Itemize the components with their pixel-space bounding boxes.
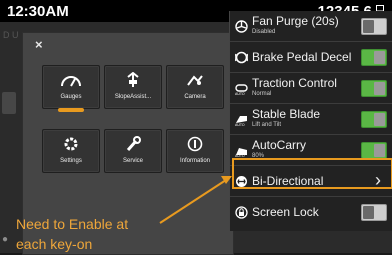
svg-text:AUTO: AUTO — [235, 154, 245, 157]
qs-title: Fan Purge (20s) — [252, 14, 339, 28]
background-machine-icon — [2, 92, 16, 114]
qs-subtitle: Normal — [252, 91, 272, 97]
app-tile-label: Gauges — [60, 94, 82, 100]
brake-pedal-decel-toggle[interactable] — [361, 49, 387, 66]
qs-row-stable-blade[interactable]: AUTO Stable Blade Lift and Tilt — [230, 104, 392, 135]
qs-title: Bi-Directional — [252, 174, 324, 188]
slope-assist-icon — [105, 71, 161, 88]
lock-icon — [235, 206, 248, 219]
fan-icon — [235, 20, 248, 33]
app-tile-gauges[interactable]: Gauges — [42, 65, 100, 112]
active-indicator — [58, 108, 84, 112]
qs-row-screen-lock[interactable]: Screen Lock — [230, 197, 392, 227]
brake-icon — [235, 51, 248, 64]
qs-subtitle: 80% — [252, 153, 265, 159]
qs-row-bi-directional[interactable]: Bi-Directional › — [230, 166, 392, 197]
fan-purge-toggle[interactable] — [361, 18, 387, 35]
clock: 12:30AM — [7, 3, 69, 20]
qs-row-brake-pedal-decel[interactable]: Brake Pedal Decel — [230, 42, 392, 73]
app-tile-label: Camera — [184, 94, 206, 100]
blade-icon: AUTO — [235, 116, 247, 126]
qs-title: Screen Lock — [252, 205, 319, 219]
quick-settings-panel: Fan Purge (20s) Disabled Brake Pedal Dec… — [229, 11, 392, 231]
close-icon[interactable]: × — [35, 37, 43, 52]
toggle-knob — [363, 206, 374, 219]
app-tile-information[interactable]: Information — [166, 129, 224, 173]
qs-row-fan-purge[interactable]: Fan Purge (20s) Disabled — [230, 11, 392, 42]
toggle-knob — [374, 51, 385, 64]
background-label: D U — [3, 30, 19, 40]
app-tile-settings[interactable]: Settings — [42, 129, 100, 173]
wrench-icon — [105, 135, 161, 152]
camera-icon — [167, 71, 223, 88]
screen-lock-toggle[interactable] — [361, 204, 387, 221]
bidirectional-icon — [236, 176, 247, 187]
app-tile-slopeassist[interactable]: SlopeAssist... — [104, 65, 162, 109]
gauge-icon — [43, 71, 99, 88]
autocarry-icon: AUTO — [235, 148, 247, 157]
info-icon — [167, 135, 223, 152]
autocarry-toggle[interactable] — [361, 142, 387, 159]
gear-icon — [43, 135, 99, 152]
toggle-knob — [374, 113, 385, 126]
qs-subtitle: Lift and Tilt — [252, 122, 282, 128]
toggle-knob — [363, 20, 374, 33]
qs-row-traction-control[interactable]: AUTO Traction Control Normal — [230, 73, 392, 104]
qs-title: Brake Pedal Decel — [252, 50, 352, 64]
toggle-knob — [374, 82, 385, 95]
chevron-right-icon[interactable]: › — [375, 170, 381, 191]
qs-title: Stable Blade — [252, 107, 321, 121]
toggle-knob — [374, 144, 385, 157]
qs-row-autocarry[interactable]: AUTO AutoCarry 80% — [230, 135, 392, 166]
app-tile-service[interactable]: Service — [104, 129, 162, 173]
stable-blade-toggle[interactable] — [361, 111, 387, 128]
traction-control-toggle[interactable] — [361, 80, 387, 97]
qs-title: AutoCarry — [252, 138, 307, 152]
qs-subtitle: Disabled — [252, 29, 276, 35]
annotation-line-1: Need to Enable at — [16, 216, 129, 232]
app-tile-label: Information — [179, 158, 210, 164]
traction-icon: AUTO — [235, 84, 248, 95]
annotation-callout: Need to Enable at each key-on — [16, 214, 191, 254]
annotation-line-2: each key-on — [16, 236, 93, 252]
background-drop-icon: ● — [2, 234, 9, 245]
app-tile-label: Settings — [60, 158, 82, 164]
app-tile-camera[interactable]: Camera — [166, 65, 224, 109]
app-tile-label: SlopeAssist... — [114, 94, 152, 100]
svg-text:AUTO: AUTO — [235, 92, 245, 95]
app-tile-label: Service — [122, 158, 143, 164]
qs-title: Traction Control — [252, 76, 337, 90]
svg-text:AUTO: AUTO — [235, 123, 245, 126]
